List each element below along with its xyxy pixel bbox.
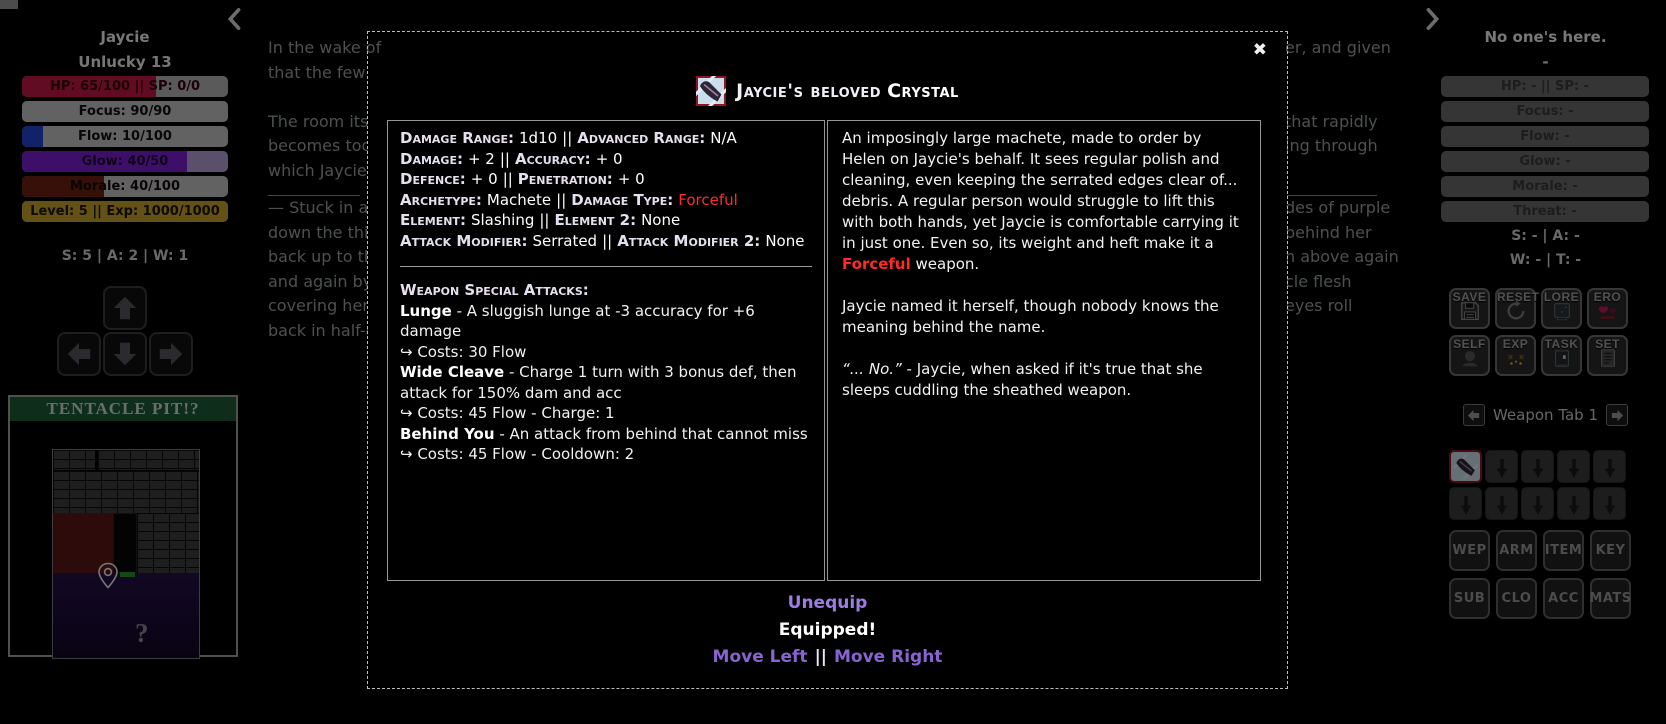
item-actions: Unequip Equipped! Move Left || Move Right	[368, 590, 1287, 671]
move-separator: ||	[815, 647, 827, 667]
description-quote: “... No.” - Jaycie, when asked if it's t…	[842, 359, 1246, 401]
move-item-right-button[interactable]: Move Right	[834, 647, 942, 667]
item-stat-line: Damage:+ 2||Accuracy:+ 0	[400, 149, 812, 170]
special-attack: Lunge - A sluggish lunge at -3 accuracy …	[400, 301, 812, 342]
item-stat-line: Archetype:Machete||Damage Type:Forceful	[400, 190, 812, 211]
machete-icon	[696, 76, 726, 106]
item-stat-line: Attack Modifier:Serrated||Attack Modifie…	[400, 231, 812, 252]
special-attack-cost: ↪ Costs: 30 Flow	[400, 342, 812, 363]
item-stat-lines: Damage Range:1d10||Advanced Range:N/A Da…	[400, 128, 812, 251]
equipped-status: Equipped!	[368, 617, 1287, 644]
item-stat-line: Element:Slashing||Element 2:None	[400, 210, 812, 231]
item-stat-line: Damage Range:1d10||Advanced Range:N/A	[400, 128, 812, 149]
game-page: Jaycie Unlucky 13 HP: 65/100 || SP: 0/0 …	[0, 0, 1666, 724]
special-attack-cost: ↪ Costs: 45 Flow - Charge: 1	[400, 403, 812, 424]
special-attacks-heading: Weapon Special Attacks:	[400, 280, 812, 301]
item-header: Jaycie's belovedCrystal	[368, 76, 1287, 106]
item-detail-modal: ✖ Jaycie's belovedCrystal Damage Range:1…	[367, 31, 1288, 689]
item-title: Jaycie's belovedCrystal	[736, 80, 959, 102]
special-attack: Wide Cleave - Charge 1 turn with 3 bonus…	[400, 362, 812, 403]
close-icon[interactable]: ✖	[1253, 40, 1267, 60]
item-description-panel: An imposingly large machete, made to ord…	[827, 120, 1261, 581]
special-attack: Behind You - An attack from behind that …	[400, 424, 812, 445]
unequip-button[interactable]: Unequip	[368, 590, 1287, 617]
special-attack-list: Lunge - A sluggish lunge at -3 accuracy …	[400, 301, 812, 465]
description-paragraph: An imposingly large machete, made to ord…	[842, 128, 1246, 275]
move-item-row: Move Left || Move Right	[368, 644, 1287, 671]
stats-divider	[400, 266, 812, 267]
special-attack-cost: ↪ Costs: 45 Flow - Cooldown: 2	[400, 444, 812, 465]
item-stat-line: Defence:+ 0||Penetration:+ 0	[400, 169, 812, 190]
item-panels: Damage Range:1d10||Advanced Range:N/A Da…	[387, 120, 1261, 581]
description-paragraph: Jaycie named it herself, though nobody k…	[842, 296, 1246, 338]
forceful-keyword: Forceful	[842, 255, 911, 273]
item-stats-panel: Damage Range:1d10||Advanced Range:N/A Da…	[387, 120, 825, 581]
move-item-left-button[interactable]: Move Left	[713, 647, 808, 667]
